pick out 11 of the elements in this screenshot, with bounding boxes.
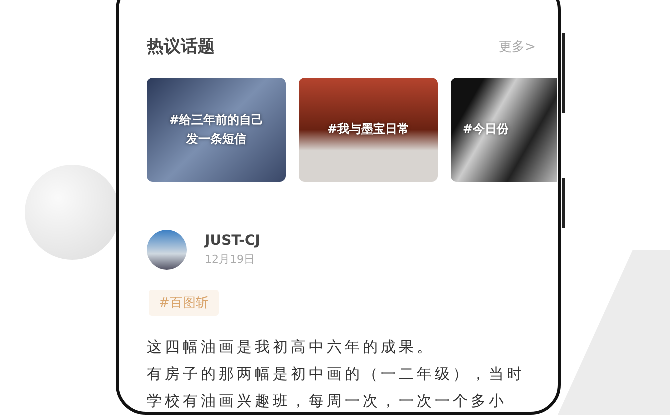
topic-card[interactable]: #给三年前的自己发一条短信 [147, 78, 286, 182]
topic-card[interactable]: #今日份 [451, 78, 557, 182]
more-link[interactable]: 更多> [499, 38, 536, 56]
post-text-line: 这四幅油画是我初高中六年的成果。 [147, 337, 436, 358]
topic-card[interactable]: #我与墨宝日常 [299, 78, 438, 182]
avatar[interactable] [147, 230, 187, 270]
post-text-line: 学校有油画兴趣班，每周一次，一次一个多小 [147, 391, 508, 412]
author-name[interactable]: JUST-CJ [205, 233, 260, 249]
section-title: 热议话题 [147, 36, 215, 58]
post-text-line: 有房子的那两幅是初中画的（一二年级），当时 [147, 364, 526, 385]
post-date: 12月19日 [205, 252, 256, 267]
